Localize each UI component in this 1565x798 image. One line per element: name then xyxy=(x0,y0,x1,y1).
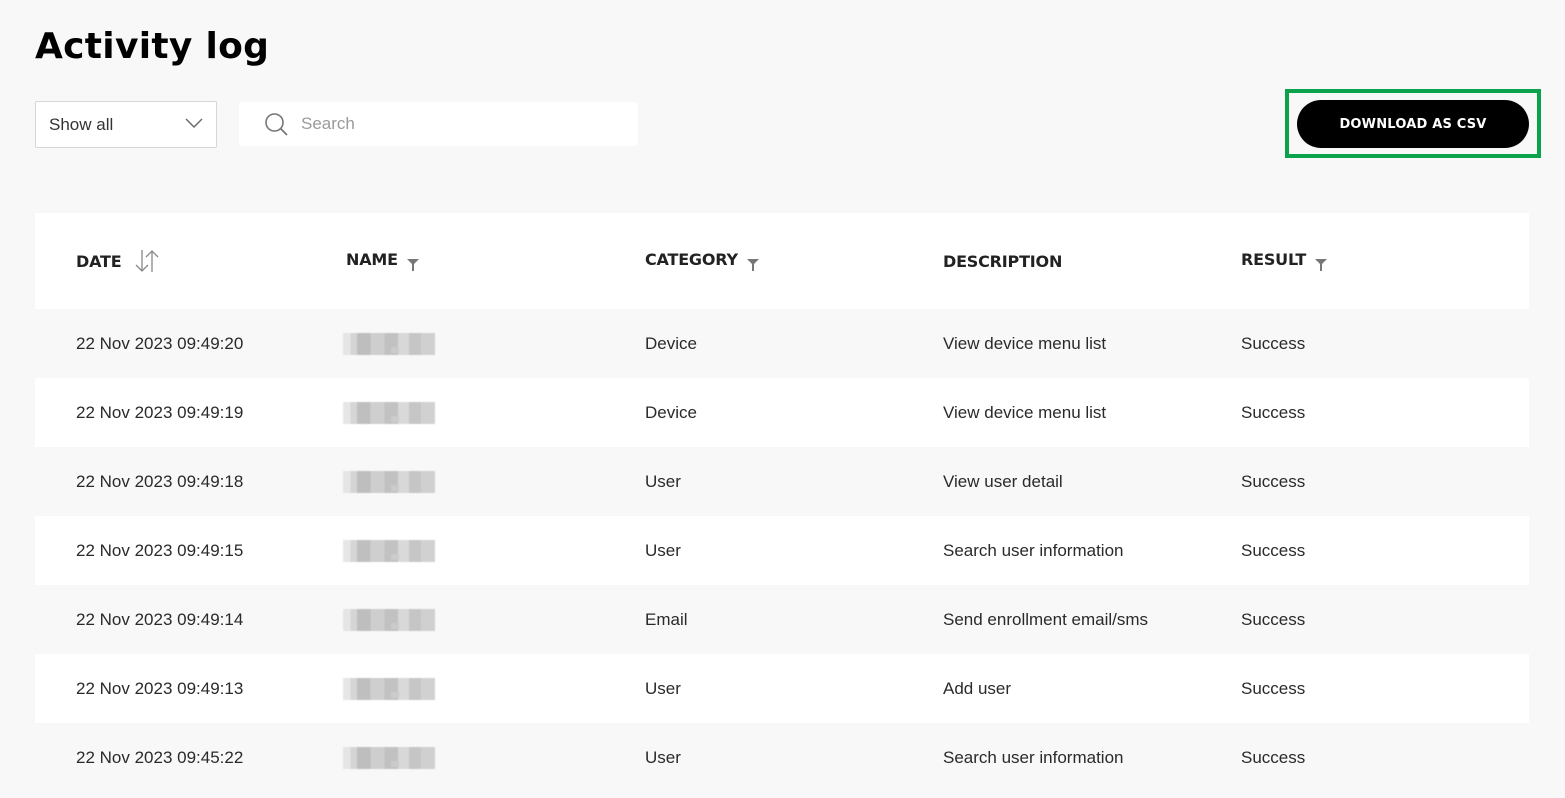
cell-category: Device xyxy=(645,333,697,353)
cell-date: 22 Nov 2023 09:49:13 xyxy=(76,678,244,698)
activity-log-page: Activity log Show all DOWNLOAD AS CSV DA… xyxy=(0,0,1565,798)
download-csv-button[interactable]: DOWNLOAD AS CSV xyxy=(1297,100,1529,148)
table-row[interactable]: 22 Nov 2023 09:49:20 Device View device … xyxy=(35,309,1529,378)
redacted-name xyxy=(343,470,435,493)
cell-date: 22 Nov 2023 09:49:19 xyxy=(76,402,244,422)
redacted-name xyxy=(343,539,435,562)
redacted-name xyxy=(343,401,435,424)
show-filter-selected-value: Show all xyxy=(49,114,114,134)
search-icon xyxy=(265,113,288,136)
column-header-label: DATE xyxy=(76,251,122,271)
cell-name xyxy=(343,378,435,447)
cell-name xyxy=(343,309,435,378)
column-header-label: CATEGORY xyxy=(645,249,738,269)
cell-description: Search user information xyxy=(943,540,1124,560)
cell-date: 22 Nov 2023 09:49:15 xyxy=(76,540,244,560)
cell-category: User xyxy=(645,678,681,698)
column-header-label: DESCRIPTION xyxy=(943,251,1063,271)
activity-table: DATE NAME CATEGORY DESCRIPTION RESULT 22… xyxy=(35,213,1529,792)
filter-icon[interactable] xyxy=(406,258,420,272)
chevron-down-icon xyxy=(185,118,203,128)
table-row[interactable]: 22 Nov 2023 09:49:18 User View user deta… xyxy=(35,447,1529,516)
cell-date: 22 Nov 2023 09:49:20 xyxy=(76,333,244,353)
page-title: Activity log xyxy=(35,26,270,67)
cell-name xyxy=(343,723,435,792)
cell-category: Device xyxy=(645,402,697,422)
cell-description: View device menu list xyxy=(943,402,1107,422)
cell-result: Success xyxy=(1241,678,1306,698)
table-row[interactable]: 22 Nov 2023 09:49:13 User Add user Succe… xyxy=(35,654,1529,723)
cell-name xyxy=(343,654,435,723)
cell-description: Search user information xyxy=(943,747,1124,767)
redacted-name xyxy=(343,677,435,700)
column-header-label: NAME xyxy=(346,249,398,269)
column-header-description: DESCRIPTION xyxy=(943,213,1062,309)
cell-date: 22 Nov 2023 09:45:22 xyxy=(76,747,244,767)
table-body: 22 Nov 2023 09:49:20 Device View device … xyxy=(35,309,1529,792)
search-input[interactable] xyxy=(301,102,621,146)
cell-name xyxy=(343,516,435,585)
column-header-label: RESULT xyxy=(1241,249,1307,269)
cell-category: User xyxy=(645,747,681,767)
show-filter-dropdown[interactable]: Show all xyxy=(35,101,217,148)
column-header-category[interactable]: CATEGORY xyxy=(645,213,760,309)
cell-name xyxy=(343,585,435,654)
sort-icon[interactable] xyxy=(133,247,161,275)
cell-description: View device menu list xyxy=(943,333,1107,353)
cell-description: Add user xyxy=(943,678,1012,698)
table-row[interactable]: 22 Nov 2023 09:49:15 User Search user in… xyxy=(35,516,1529,585)
cell-name xyxy=(343,447,435,516)
cell-description: Send enrollment email/sms xyxy=(943,609,1149,629)
column-header-name[interactable]: NAME xyxy=(346,213,420,309)
table-row[interactable]: 22 Nov 2023 09:49:19 Device View device … xyxy=(35,378,1529,447)
cell-date: 22 Nov 2023 09:49:18 xyxy=(76,471,244,491)
cell-category: Email xyxy=(645,609,688,629)
redacted-name xyxy=(343,746,435,769)
column-header-date[interactable]: DATE xyxy=(76,213,161,309)
filter-icon[interactable] xyxy=(1314,258,1328,272)
filter-icon[interactable] xyxy=(746,258,760,272)
cell-result: Success xyxy=(1241,540,1306,560)
table-row[interactable]: 22 Nov 2023 09:45:22 User Search user in… xyxy=(35,723,1529,792)
cell-category: User xyxy=(645,471,681,491)
cell-result: Success xyxy=(1241,471,1306,491)
cell-date: 22 Nov 2023 09:49:14 xyxy=(76,609,244,629)
cell-description: View user detail xyxy=(943,471,1063,491)
cell-result: Success xyxy=(1241,402,1306,422)
table-row[interactable]: 22 Nov 2023 09:49:14 Email Send enrollme… xyxy=(35,585,1529,654)
table-header: DATE NAME CATEGORY DESCRIPTION RESULT xyxy=(35,213,1529,309)
cell-category: User xyxy=(645,540,681,560)
redacted-name xyxy=(343,608,435,631)
cell-result: Success xyxy=(1241,333,1306,353)
search-box xyxy=(239,102,638,146)
column-header-result[interactable]: RESULT xyxy=(1241,213,1328,309)
cell-result: Success xyxy=(1241,609,1306,629)
cell-result: Success xyxy=(1241,747,1306,767)
redacted-name xyxy=(343,332,435,355)
